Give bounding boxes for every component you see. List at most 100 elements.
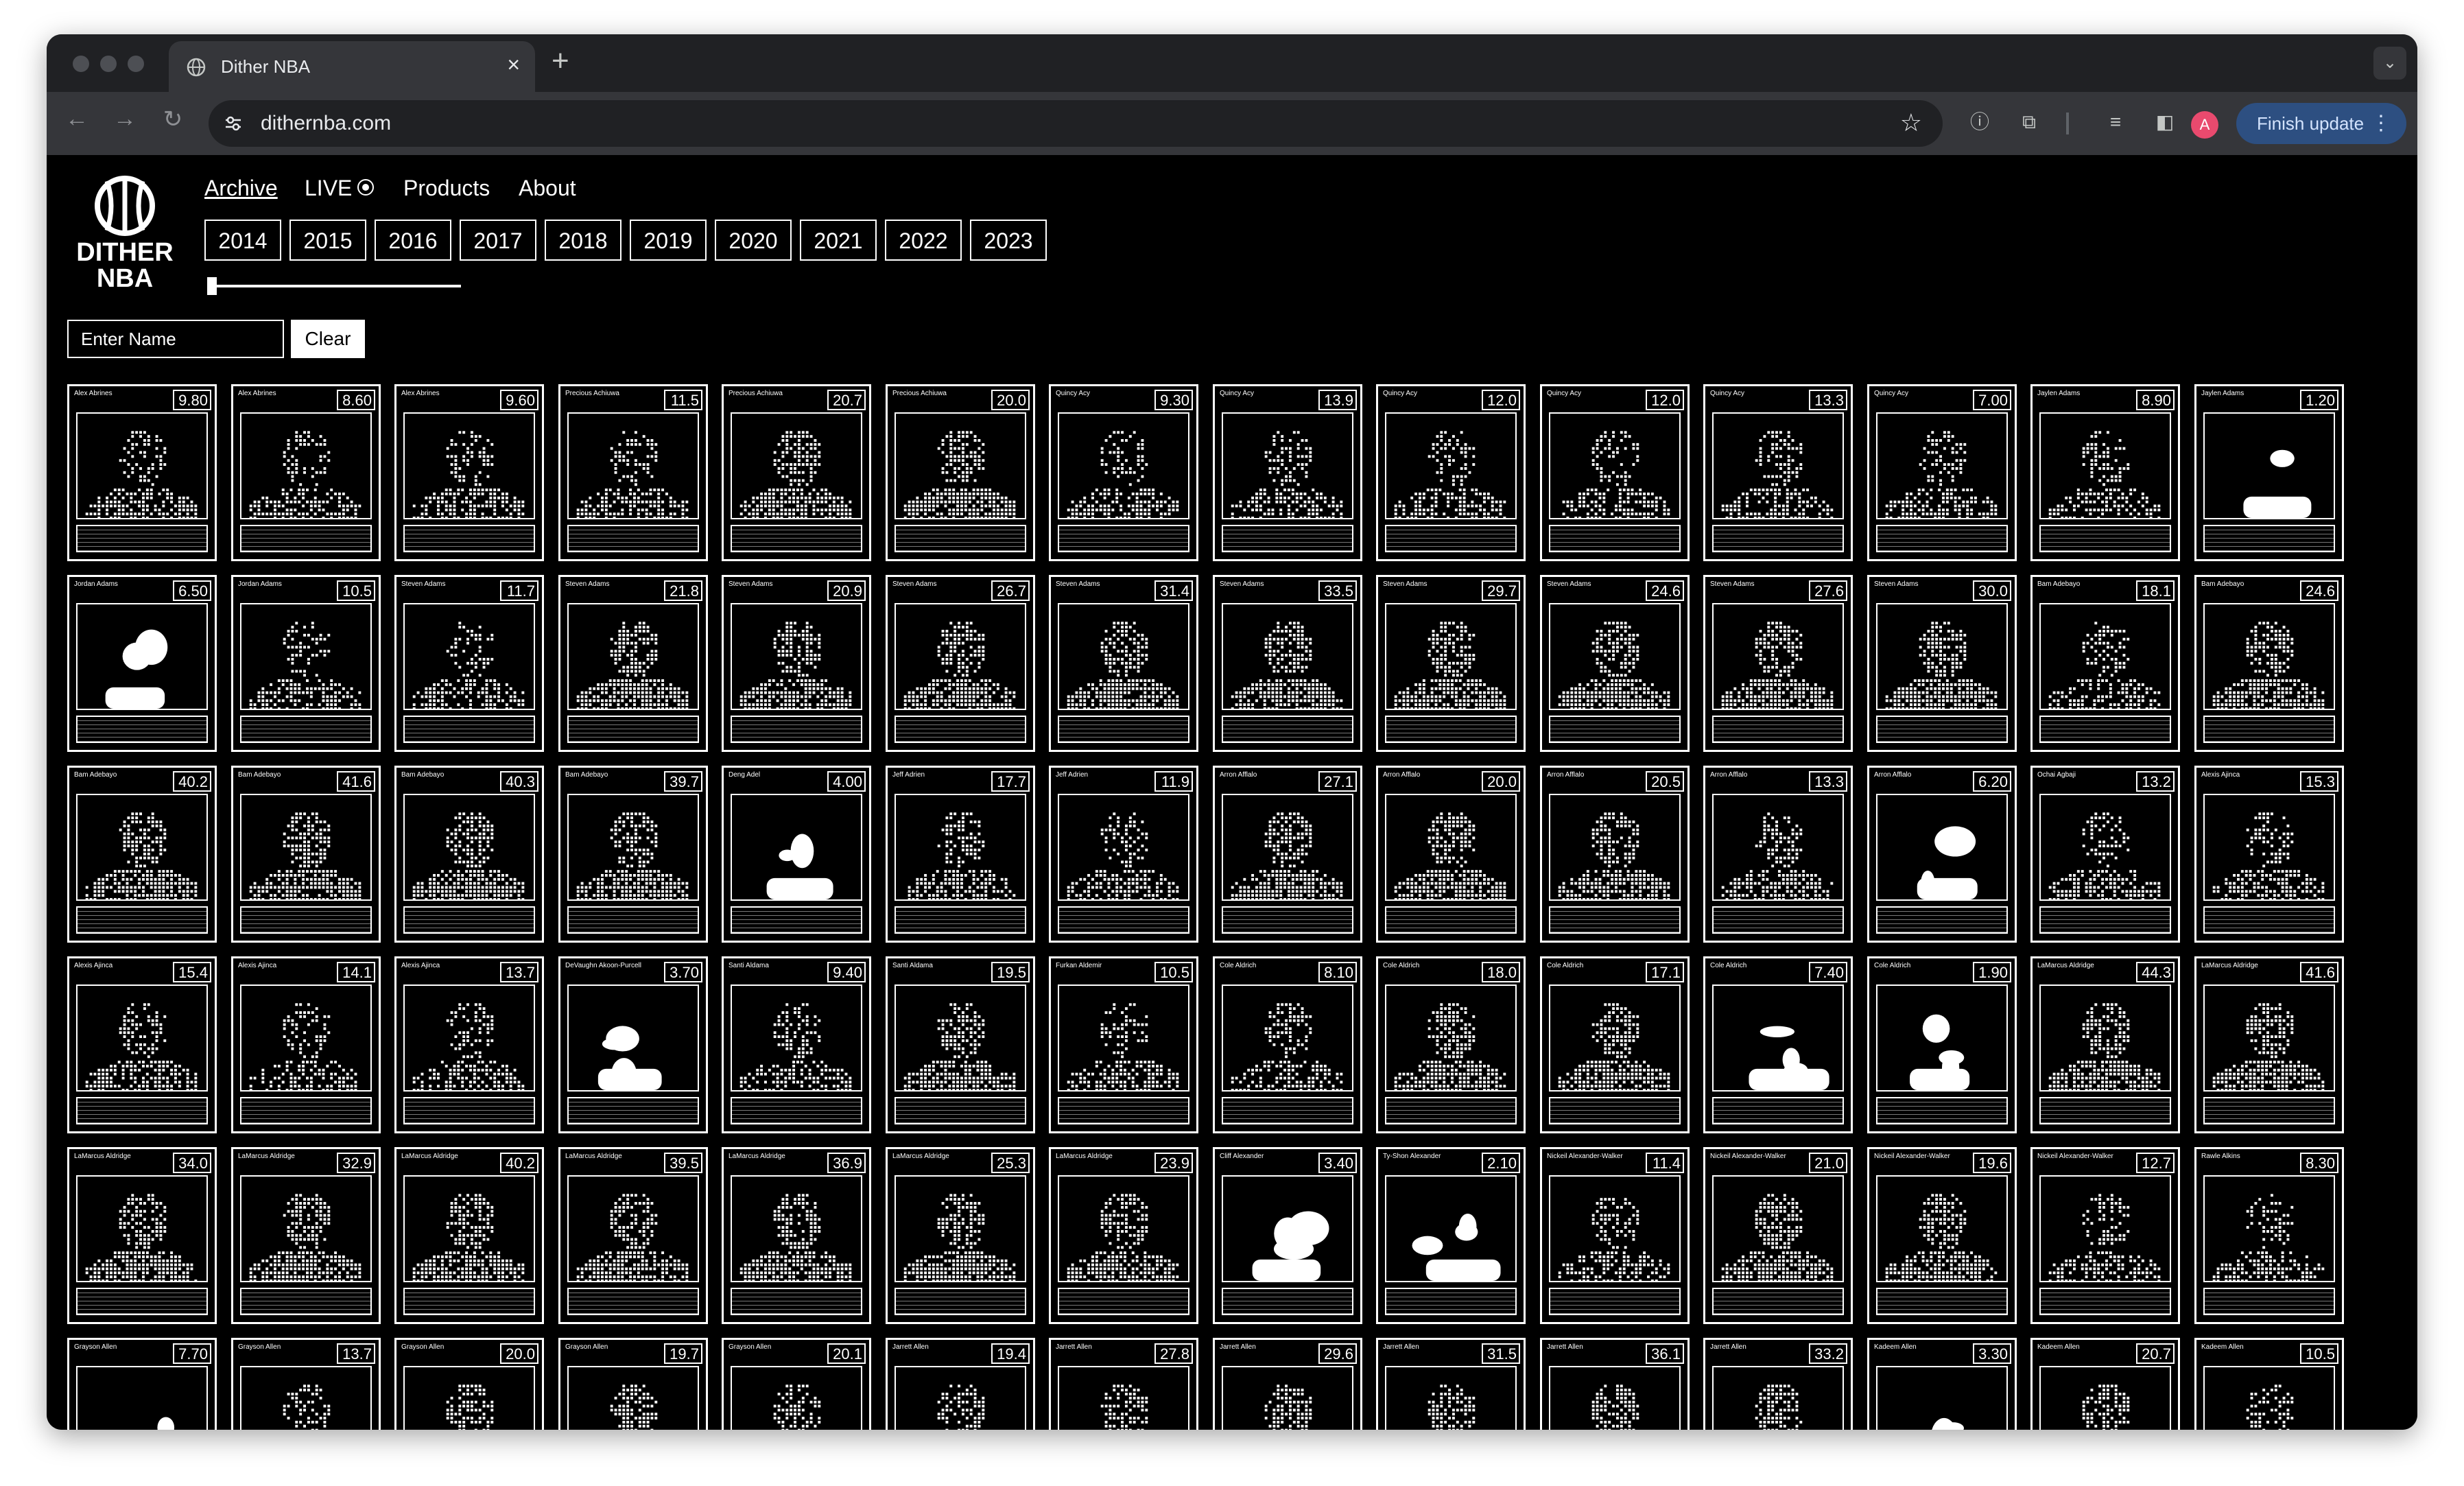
player-card[interactable]: LaMarcus Aldridge 44.3: [2030, 956, 2180, 1133]
player-card[interactable]: Cole Aldrich 8.10: [1213, 956, 1362, 1133]
player-card[interactable]: Steven Adams 21.8: [558, 575, 708, 752]
player-card[interactable]: Cole Aldrich 7.40: [1703, 956, 1853, 1133]
player-card[interactable]: Steven Adams 26.7: [886, 575, 1035, 752]
year-button-2016[interactable]: 2016: [375, 220, 451, 261]
player-card[interactable]: Quincy Acy 13.9: [1213, 384, 1362, 561]
player-card[interactable]: Steven Adams 20.9: [722, 575, 871, 752]
player-card[interactable]: Nickeil Alexander-Walker 19.6: [1867, 1147, 2017, 1324]
player-card[interactable]: LaMarcus Aldridge 25.3: [886, 1147, 1035, 1324]
player-card[interactable]: Steven Adams 30.0: [1867, 575, 2017, 752]
kebab-menu-icon[interactable]: ⋮: [2371, 103, 2391, 144]
player-card[interactable]: Arron Afflalo 13.3: [1703, 766, 1853, 943]
nav-about[interactable]: About: [519, 176, 576, 201]
player-card[interactable]: Arron Afflalo 6.20: [1867, 766, 2017, 943]
player-card[interactable]: Alexis Ajinca 15.3: [2194, 766, 2344, 943]
address-bar[interactable]: dithernba.com ☆: [209, 100, 1943, 147]
slider-track[interactable]: [209, 285, 461, 287]
player-card[interactable]: Steven Adams 11.7: [394, 575, 544, 752]
player-card[interactable]: Jordan Adams 10.5: [231, 575, 381, 752]
player-card[interactable]: Santi Aldama 9.40: [722, 956, 871, 1133]
extensions-puzzle-icon[interactable]: ⧉: [2017, 110, 2041, 134]
player-card[interactable]: Furkan Aldemir 10.5: [1049, 956, 1198, 1133]
player-card[interactable]: Steven Adams 24.6: [1540, 575, 1690, 752]
player-card[interactable]: Steven Adams 31.4: [1049, 575, 1198, 752]
player-card[interactable]: Steven Adams 33.5: [1213, 575, 1362, 752]
player-card[interactable]: LaMarcus Aldridge 36.9: [722, 1147, 871, 1324]
window-close-control[interactable]: [73, 56, 89, 72]
player-card[interactable]: Jordan Adams 6.50: [67, 575, 217, 752]
year-button-2023[interactable]: 2023: [970, 220, 1047, 261]
clear-button[interactable]: Clear: [291, 320, 365, 358]
player-card[interactable]: Cole Aldrich 1.90: [1867, 956, 2017, 1133]
year-button-2019[interactable]: 2019: [630, 220, 707, 261]
player-card[interactable]: LaMarcus Aldridge 32.9: [231, 1147, 381, 1324]
player-card[interactable]: Alex Abrines 9.60: [394, 384, 544, 561]
year-button-2021[interactable]: 2021: [800, 220, 877, 261]
name-search-input[interactable]: [67, 320, 284, 358]
player-card[interactable]: Bam Adebayo 24.6: [2194, 575, 2344, 752]
player-card[interactable]: Precious Achiuwa 20.7: [722, 384, 871, 561]
player-card[interactable]: Grayson Allen 7.70: [67, 1338, 217, 1430]
player-card[interactable]: Arron Afflalo 20.5: [1540, 766, 1690, 943]
player-card[interactable]: LaMarcus Aldridge 34.0: [67, 1147, 217, 1324]
finish-update-button[interactable]: Finish update ⋮: [2236, 103, 2406, 144]
player-card[interactable]: Jarrett Allen 33.2: [1703, 1338, 1853, 1430]
forward-arrow-icon[interactable]: →: [111, 106, 139, 132]
player-card[interactable]: Bam Adebayo 39.7: [558, 766, 708, 943]
player-card[interactable]: Kadeem Allen 20.7: [2030, 1338, 2180, 1430]
player-card[interactable]: LaMarcus Aldridge 40.2: [394, 1147, 544, 1324]
year-button-2014[interactable]: 2014: [204, 220, 281, 261]
player-card[interactable]: Alex Abrines 8.60: [231, 384, 381, 561]
player-card[interactable]: LaMarcus Aldridge 23.9: [1049, 1147, 1198, 1324]
player-card[interactable]: Quincy Acy 12.0: [1540, 384, 1690, 561]
player-card[interactable]: Grayson Allen 20.1: [722, 1338, 871, 1430]
player-card[interactable]: Steven Adams 29.7: [1376, 575, 1526, 752]
player-card[interactable]: Jarrett Allen 27.8: [1049, 1338, 1198, 1430]
player-card[interactable]: Ochai Agbaji 13.2: [2030, 766, 2180, 943]
year-button-2015[interactable]: 2015: [289, 220, 366, 261]
player-card[interactable]: Alexis Ajinca 15.4: [67, 956, 217, 1133]
window-minimize-control[interactable]: [100, 56, 117, 72]
player-card[interactable]: Grayson Allen 20.0: [394, 1338, 544, 1430]
player-card[interactable]: Quincy Acy 12.0: [1376, 384, 1526, 561]
player-card[interactable]: Alexis Ajinca 14.1: [231, 956, 381, 1133]
player-card[interactable]: Bam Adebayo 18.1: [2030, 575, 2180, 752]
player-card[interactable]: Jaylen Adams 1.20: [2194, 384, 2344, 561]
player-card[interactable]: Jarrett Allen 31.5: [1376, 1338, 1526, 1430]
new-tab-button[interactable]: +: [552, 44, 569, 78]
player-card[interactable]: Jeff Adrien 11.9: [1049, 766, 1198, 943]
player-card[interactable]: LaMarcus Aldridge 41.6: [2194, 956, 2344, 1133]
player-card[interactable]: Rawle Alkins 8.30: [2194, 1147, 2344, 1324]
player-card[interactable]: Ty-Shon Alexander 2.10: [1376, 1147, 1526, 1324]
player-card[interactable]: Quincy Acy 9.30: [1049, 384, 1198, 561]
player-card[interactable]: Jaylen Adams 8.90: [2030, 384, 2180, 561]
player-card[interactable]: Arron Afflalo 20.0: [1376, 766, 1526, 943]
tab-dither-nba[interactable]: Dither NBA ×: [169, 41, 535, 92]
year-button-2018[interactable]: 2018: [545, 220, 621, 261]
player-card[interactable]: DeVaughn Akoon-Purcell 3.70: [558, 956, 708, 1133]
year-button-2020[interactable]: 2020: [715, 220, 792, 261]
tab-search-chevron-icon[interactable]: ⌄: [2373, 47, 2406, 80]
nav-live[interactable]: LIVE: [305, 176, 375, 201]
player-card[interactable]: Santi Aldama 19.5: [886, 956, 1035, 1133]
player-card[interactable]: Bam Adebayo 40.2: [67, 766, 217, 943]
player-card[interactable]: Kadeem Allen 10.5: [2194, 1338, 2344, 1430]
close-tab-icon[interactable]: ×: [507, 52, 520, 78]
profile-avatar[interactable]: A: [2191, 111, 2218, 139]
nav-products[interactable]: Products: [403, 176, 490, 201]
player-card[interactable]: Alexis Ajinca 13.7: [394, 956, 544, 1133]
player-card[interactable]: Arron Afflalo 27.1: [1213, 766, 1362, 943]
player-card[interactable]: Nickeil Alexander-Walker 21.0: [1703, 1147, 1853, 1324]
bookmark-star-icon[interactable]: ☆: [1900, 108, 1922, 137]
reading-list-icon[interactable]: ≡: [2103, 110, 2128, 134]
year-button-2017[interactable]: 2017: [460, 220, 536, 261]
player-card[interactable]: Alex Abrines 9.80: [67, 384, 217, 561]
window-zoom-control[interactable]: [128, 56, 144, 72]
nav-archive[interactable]: Archive: [204, 176, 278, 201]
year-button-2022[interactable]: 2022: [885, 220, 962, 261]
player-card[interactable]: Jarrett Allen 36.1: [1540, 1338, 1690, 1430]
player-card[interactable]: Kadeem Allen 3.30: [1867, 1338, 2017, 1430]
back-arrow-icon[interactable]: ←: [63, 106, 91, 132]
info-icon[interactable]: ⓘ: [1967, 110, 1992, 134]
player-card[interactable]: LaMarcus Aldridge 39.5: [558, 1147, 708, 1324]
